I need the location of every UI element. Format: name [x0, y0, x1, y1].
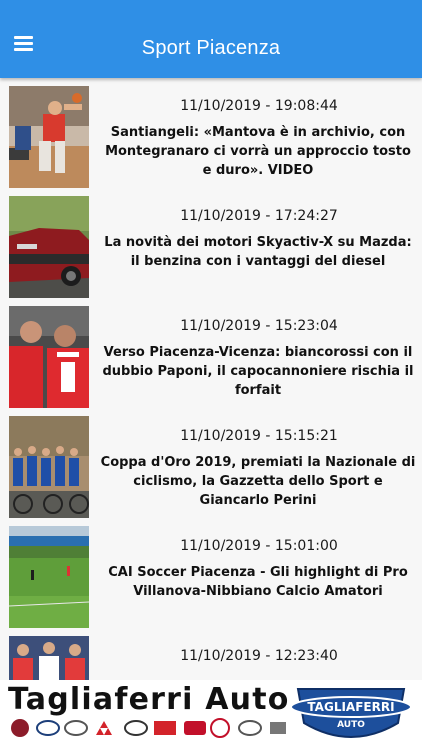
news-date: 11/10/2019 - 15:23:04	[180, 318, 338, 334]
news-list[interactable]: 11/10/2019 - 19:08:44 Santiangeli: «Mant…	[0, 78, 422, 680]
news-thumbnail-soccer-field	[9, 526, 89, 628]
news-date: 11/10/2019 - 19:08:44	[180, 98, 338, 114]
news-item[interactable]: 11/10/2019 - 12:23:40	[0, 628, 422, 680]
news-headline[interactable]: Verso Piacenza-Vicenza: biancorossi con …	[100, 343, 416, 400]
svg-text:AUTO: AUTO	[337, 720, 365, 730]
news-headline[interactable]: Santiangeli: «Mantova è in archivio, con…	[100, 123, 416, 180]
news-headline[interactable]: CAI Soccer Piacenza - Gli highlight di P…	[100, 563, 416, 601]
tagliaferri-auto-logo: TAGLIAFERRI AUTO	[290, 688, 412, 738]
news-date: 11/10/2019 - 12:23:40	[180, 648, 338, 664]
advertisement-banner[interactable]: Tagliaferri Auto TAGLIAFERRI AUTO	[0, 680, 422, 750]
news-item[interactable]: 11/10/2019 - 19:08:44 Santiangeli: «Mant…	[0, 78, 422, 188]
news-headline[interactable]: La novità dei motori Skyactiv-X su Mazda…	[100, 233, 416, 271]
news-date: 11/10/2019 - 17:24:27	[180, 208, 338, 224]
page-title: Sport Piacenza	[141, 37, 281, 59]
news-item[interactable]: 11/10/2019 - 17:24:27 La novità dei moto…	[0, 188, 422, 298]
news-thumbnail-basketball	[9, 86, 89, 188]
news-date: 11/10/2019 - 15:01:00	[180, 538, 338, 554]
news-headline[interactable]: Coppa d'Oro 2019, premiati la Nazionale …	[100, 453, 416, 510]
car-brand-logos	[11, 718, 286, 738]
news-date: 11/10/2019 - 15:15:21	[180, 428, 338, 444]
ad-brand-name: Tagliaferri Auto	[8, 682, 290, 717]
news-item[interactable]: 11/10/2019 - 15:01:00 CAI Soccer Piacenz…	[0, 518, 422, 628]
svg-text:TAGLIAFERRI: TAGLIAFERRI	[307, 700, 394, 714]
news-thumbnail-football	[9, 306, 89, 408]
top-app-bar: Sport Piacenza	[0, 0, 422, 78]
news-thumbnail-car	[9, 196, 89, 298]
news-item[interactable]: 11/10/2019 - 15:23:04 Verso Piacenza-Vic…	[0, 298, 422, 408]
news-thumbnail-cycling	[9, 416, 89, 518]
news-thumbnail-team	[9, 636, 89, 680]
news-item[interactable]: 11/10/2019 - 15:15:21 Coppa d'Oro 2019, …	[0, 408, 422, 518]
